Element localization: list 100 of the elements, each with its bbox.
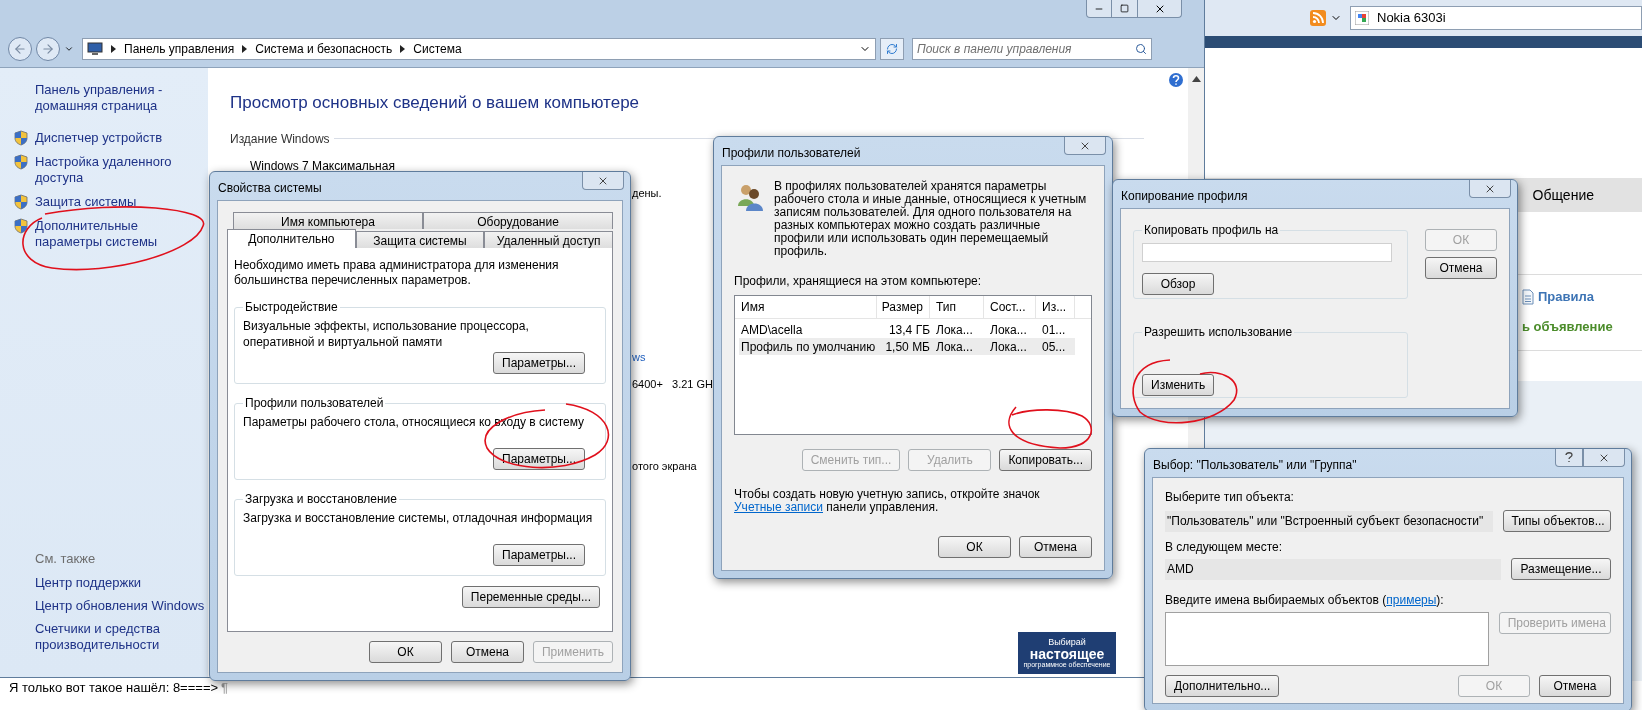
partial-text: 6400+ 3.21 GH: [632, 376, 714, 392]
dialog-button[interactable]: ОК: [369, 641, 442, 663]
close-button[interactable]: [582, 172, 624, 190]
breadcrumb[interactable]: Система: [413, 40, 462, 58]
group-title: Загрузка и восстановление: [244, 491, 398, 508]
object-type-field: "Пользователь" или "Встроенный субъект безопасности": [1165, 510, 1493, 532]
back-button[interactable]: [8, 37, 32, 61]
table-row[interactable]: Профиль по умолчанию 1,50 МБ Лока... Лока... 05...: [739, 338, 1075, 355]
dialog-title: Профили пользователей: [722, 145, 861, 162]
tab[interactable]: Оборудование: [423, 212, 613, 229]
breadcrumb[interactable]: Система и безопасность: [255, 40, 393, 58]
tab[interactable]: Удаленный доступ: [484, 231, 613, 248]
sidebar-link[interactable]: Счетчики и средства производительности: [35, 621, 208, 653]
sidebar-link[interactable]: Панель управления - домашняя страница: [35, 82, 208, 114]
settings-button[interactable]: Параметры...: [493, 448, 585, 470]
address-bar[interactable]: Панель управления Система и безопасность Система: [82, 38, 876, 60]
sidebar-link[interactable]: Настройка удаленного доступа: [35, 154, 208, 186]
close-button[interactable]: [1469, 180, 1511, 198]
sidebar-link[interactable]: Дополнительные параметры системы: [35, 218, 208, 250]
page-link[interactable]: ь объявление: [1522, 316, 1613, 336]
environment-variables-button[interactable]: Переменные среды...: [461, 586, 600, 608]
shield-icon: [14, 194, 28, 210]
breadcrumb[interactable]: Панель управления: [124, 40, 235, 58]
advanced-button[interactable]: Дополнительно...: [1165, 675, 1280, 697]
change-button[interactable]: Изменить: [1142, 374, 1214, 396]
group-description: Загрузка и восстановление системы, отладочная информация: [243, 510, 594, 527]
forward-arrow-icon: [41, 42, 55, 56]
column-header[interactable]: Имя: [735, 296, 877, 318]
column-header[interactable]: Тип: [930, 296, 984, 318]
search-engine-icon: [1355, 11, 1369, 25]
object-types-button[interactable]: Типы объектов...: [1502, 510, 1611, 532]
scroll-up-icon[interactable]: [1191, 76, 1201, 82]
search-field[interactable]: Nokia 6303i: [1350, 6, 1642, 30]
table-cell-text: 01...: [1041, 321, 1067, 339]
breadcrumb-arrow-icon: [400, 45, 406, 53]
location-field: AMD: [1165, 558, 1501, 580]
dialog-button[interactable]: Отмена: [1425, 257, 1497, 279]
banner-text: Выбирай: [1048, 638, 1086, 647]
sidebar-link[interactable]: Защита системы: [35, 194, 137, 210]
group-title: Быстродействие: [244, 299, 339, 316]
table-cell-text: 13,4 ГБ: [887, 321, 931, 339]
settings-button[interactable]: Параметры...: [493, 544, 585, 566]
path-input[interactable]: [1142, 243, 1392, 262]
users-icon: [736, 182, 764, 212]
forward-button[interactable]: [36, 37, 60, 61]
tab[interactable]: Имя компьютера: [233, 212, 423, 229]
table-cell-text: AMD\acella: [740, 321, 804, 339]
maximize-button[interactable]: [1112, 0, 1138, 18]
history-dropdown-icon[interactable]: [64, 44, 74, 54]
tab[interactable]: Дополнительно: [227, 229, 356, 248]
intro-text: В профилях пользователей хранятся параметры рабочего стола и иные данные, относящиеся к учетным записям пользователей. Для одного пользователя на разных компьютерах можно создать различные профили или использовать один перемещаемый профиль.: [774, 180, 1088, 258]
dialog-title: Выбор: "Пользователь" или "Группа": [1153, 457, 1357, 474]
section-title: Издание Windows: [230, 130, 330, 148]
column-header[interactable]: Сост...: [984, 296, 1036, 318]
help-icon[interactable]: [1168, 72, 1184, 88]
help-button[interactable]: [1555, 449, 1583, 467]
column-header[interactable]: Из...: [1036, 296, 1075, 318]
partial-link[interactable]: ws: [632, 349, 646, 366]
sidebar-link[interactable]: Диспетчер устройств: [35, 130, 163, 146]
dialog-button[interactable]: Отмена: [1539, 675, 1611, 697]
table-cell-text: 1,50 МБ: [884, 338, 931, 356]
dialog-title: Копирование профиля: [1121, 188, 1248, 205]
dialog-button[interactable]: ОК: [938, 536, 1011, 558]
refresh-button[interactable]: [880, 38, 904, 60]
dialog-button[interactable]: Отмена: [1019, 536, 1092, 558]
breadcrumb-arrow-icon: [111, 45, 116, 53]
column-header[interactable]: Размер: [877, 296, 930, 318]
dialog-button[interactable]: Отмена: [451, 641, 524, 663]
rss-icon: [1310, 10, 1326, 26]
refresh-icon: [886, 43, 898, 55]
sidebar-link[interactable]: Центр поддержки: [35, 575, 208, 591]
group-title: Профили пользователей: [244, 395, 385, 412]
close-button[interactable]: [1064, 137, 1106, 155]
dialog-title: Свойства системы: [218, 180, 322, 197]
table-cell-text: Лока...: [935, 321, 974, 339]
search-field[interactable]: Поиск в панели управления: [912, 38, 1152, 60]
browse-button[interactable]: Обзор: [1142, 273, 1214, 295]
page-link[interactable]: Правила: [1538, 287, 1594, 307]
accounts-link[interactable]: Учетные записи: [734, 500, 823, 514]
field-label: В следующем месте:: [1165, 539, 1284, 556]
group-description: Визуальные эффекты, использование процессора, оперативной и виртуальной памяти: [243, 318, 530, 351]
computer-icon: [87, 42, 103, 56]
table-cell-text: Лока...: [935, 338, 974, 356]
tab[interactable]: Защита системы: [355, 231, 485, 248]
document-icon: [1522, 288, 1534, 305]
close-button[interactable]: [1138, 0, 1182, 18]
object-names-input[interactable]: [1165, 612, 1489, 666]
table-row[interactable]: AMD\acella 13,4 ГБ Лока... Лока... 01...: [739, 321, 1075, 338]
examples-link[interactable]: примеры: [1386, 593, 1437, 607]
close-button[interactable]: [1583, 449, 1625, 467]
tab-label[interactable]: Общение: [1532, 184, 1594, 206]
minimize-button[interactable]: [1086, 0, 1112, 18]
locations-button[interactable]: Размещение...: [1511, 558, 1611, 580]
page-heading: Просмотр основных сведений о вашем компьютере: [230, 92, 641, 114]
profile-action-button[interactable]: Копировать...: [999, 449, 1092, 471]
footer-text: Чтобы создать новую учетную запись, откройте значок Учетные записи панели управления.: [734, 488, 1041, 514]
group-title: Разрешить использование: [1143, 324, 1294, 341]
sidebar-link[interactable]: Центр обновления Windows: [35, 598, 208, 614]
settings-button[interactable]: Параметры...: [493, 352, 585, 374]
field-label: Выберите тип объекта:: [1165, 489, 1295, 506]
